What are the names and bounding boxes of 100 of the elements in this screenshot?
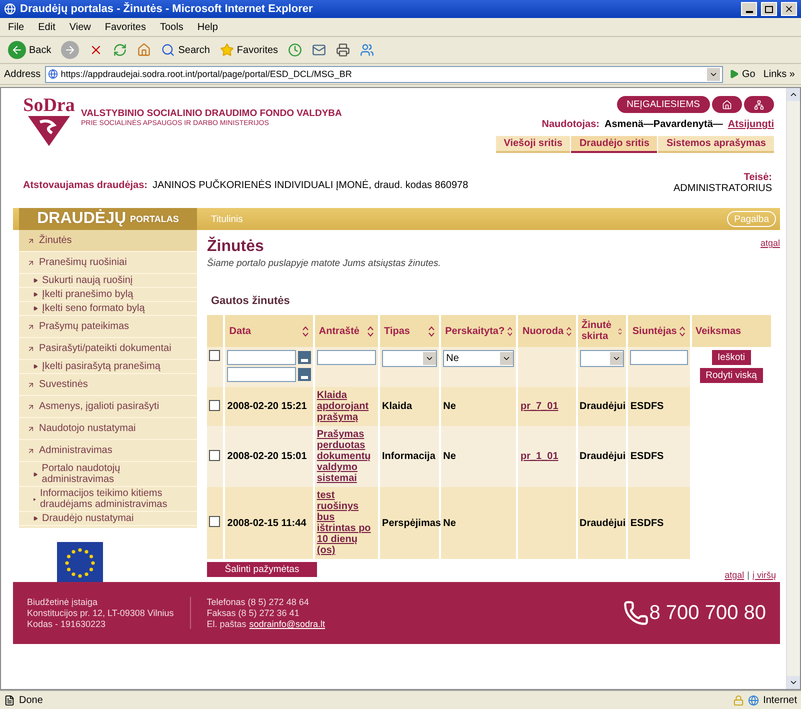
home-icon bbox=[137, 43, 152, 57]
column-header[interactable]: Siuntėjas bbox=[628, 315, 690, 347]
sidebar-item[interactable]: Asmenys, įgalioti pasirašyti bbox=[19, 396, 197, 418]
email-link[interactable]: sodrainfo@sodra.lt bbox=[249, 619, 325, 629]
sidebar-item[interactable]: Žinutės bbox=[19, 230, 197, 252]
sidebar-item[interactable]: Administravimas bbox=[19, 440, 197, 462]
close-button[interactable] bbox=[781, 2, 797, 16]
section-tab[interactable]: Draudėjo sritis bbox=[571, 136, 658, 153]
menu-item[interactable]: Edit bbox=[38, 22, 56, 32]
footer-text: Faksas (8 5) 272 36 41 bbox=[206, 608, 300, 618]
column-header[interactable]: Veiksmas bbox=[692, 315, 771, 347]
column-header[interactable]: Perskaityta? bbox=[441, 315, 516, 347]
menu-item[interactable]: View bbox=[69, 22, 91, 32]
bullet-icon bbox=[33, 364, 38, 369]
sort-icon[interactable] bbox=[678, 326, 686, 336]
messenger-button[interactable] bbox=[358, 43, 376, 57]
user-name: Asmenä—Pavardenytä— bbox=[604, 119, 723, 130]
row-checkbox[interactable] bbox=[209, 400, 220, 410]
table-cell: 2008-02-15 11:44 bbox=[225, 487, 313, 559]
sidebar-item[interactable]: Pasirašyti/pateikti dokumentai bbox=[19, 338, 197, 360]
zone-text: Internet bbox=[763, 694, 797, 706]
calendar-icon[interactable] bbox=[298, 368, 311, 381]
top-link[interactable]: į viršų bbox=[752, 570, 776, 580]
column-header[interactable]: Tipas bbox=[380, 315, 440, 347]
recipient-dropdown[interactable] bbox=[580, 350, 624, 367]
sidebar-item[interactable]: Suvestinės bbox=[19, 374, 197, 396]
sort-icon[interactable] bbox=[302, 326, 309, 336]
type-dropdown[interactable] bbox=[382, 350, 438, 367]
sitemap-button[interactable] bbox=[744, 96, 774, 113]
accessibility-link[interactable]: NEĮGALIESIEMS bbox=[616, 96, 710, 113]
mail-button[interactable] bbox=[310, 43, 328, 57]
sidebar-item[interactable]: Prašymų pateikimas bbox=[19, 316, 197, 338]
maximize-button[interactable] bbox=[761, 2, 777, 16]
back-link[interactable]: atgal bbox=[760, 238, 780, 248]
go-button[interactable]: Go bbox=[726, 68, 758, 80]
sender-filter-field[interactable] bbox=[630, 350, 688, 365]
sidebar-subitem[interactable]: Įkelti pranešimo bylą bbox=[19, 288, 197, 302]
favorites-button[interactable]: Favorites bbox=[218, 43, 280, 57]
section-tab[interactable]: Sistemos aprašymas bbox=[658, 136, 774, 153]
row-checkbox[interactable] bbox=[209, 450, 220, 460]
search-button[interactable]: Search bbox=[159, 43, 212, 57]
bullet-icon bbox=[33, 516, 38, 521]
menu-item[interactable]: File bbox=[8, 22, 24, 32]
reference-link[interactable]: pr_7_01 bbox=[520, 401, 574, 412]
sidebar-subitem[interactable]: Draudėjo nustatymai bbox=[19, 512, 197, 526]
sort-icon[interactable] bbox=[428, 326, 436, 336]
select-all-checkbox[interactable] bbox=[209, 350, 220, 361]
back-link[interactable]: atgal bbox=[724, 570, 744, 580]
menu-item[interactable]: Tools bbox=[160, 22, 184, 32]
address-field[interactable]: https://appdraudejai.sodra.root.int/portal/page/portal/ESD_DCL/MSG_BR bbox=[44, 66, 723, 82]
bullet-icon bbox=[33, 496, 36, 502]
sort-icon[interactable] bbox=[618, 326, 622, 336]
search-button[interactable]: Ieškoti bbox=[712, 350, 751, 365]
back-button[interactable]: Back bbox=[6, 41, 54, 59]
menu-item[interactable]: Help bbox=[197, 22, 218, 32]
row-checkbox[interactable] bbox=[209, 516, 220, 527]
sidebar-subitem[interactable]: Sukurti naują ruošinį bbox=[19, 274, 197, 288]
scroll-down-icon[interactable] bbox=[789, 678, 798, 687]
column-header[interactable]: Nuoroda bbox=[518, 315, 576, 347]
sidebar-item[interactable]: Pranešimų ruošiniai bbox=[19, 252, 197, 274]
home-button[interactable] bbox=[712, 96, 742, 113]
phone-number: 8 700 700 80 bbox=[649, 602, 766, 624]
minimize-button[interactable] bbox=[741, 2, 757, 16]
show-all-button[interactable]: Rodyti viską bbox=[700, 368, 763, 383]
eu-flag-drawing bbox=[57, 542, 103, 584]
table-cell: 2008-02-20 15:01 bbox=[225, 426, 313, 487]
calendar-icon[interactable] bbox=[298, 351, 311, 364]
message-title-link[interactable]: Prašymas perduotas dokumentų valdymo sistemai bbox=[316, 429, 376, 484]
delete-selected-button[interactable]: Šalinti pažymėtas bbox=[207, 562, 317, 577]
people-icon bbox=[360, 43, 374, 57]
column-header[interactable]: Antraštė bbox=[314, 315, 378, 347]
history-button[interactable] bbox=[286, 43, 304, 57]
menu-item[interactable]: Favorites bbox=[104, 22, 146, 32]
phone-icon bbox=[623, 600, 650, 626]
date-field[interactable] bbox=[227, 350, 296, 365]
date-field[interactable] bbox=[227, 367, 296, 382]
message-title-link[interactable]: test ruošinys bus ištrintas po 10 dienų (os) bbox=[316, 490, 376, 556]
scrollbar[interactable] bbox=[786, 88, 800, 689]
sort-icon[interactable] bbox=[367, 326, 374, 336]
sort-icon[interactable] bbox=[566, 326, 572, 336]
column-header[interactable]: Data bbox=[225, 315, 313, 347]
print-button[interactable] bbox=[334, 43, 352, 57]
bullet-icon bbox=[33, 278, 38, 283]
title-filter-field[interactable] bbox=[316, 350, 376, 365]
sidebar-item[interactable]: Naudotojo nustatymai bbox=[19, 418, 197, 440]
sidebar-subitem[interactable]: Įkelti pasirašytą pranešimą bbox=[19, 360, 197, 374]
logout-link[interactable]: Atsijungti bbox=[728, 119, 774, 130]
sidebar-subitem[interactable]: Įkelti seno formato bylą bbox=[19, 302, 197, 316]
scroll-up-icon[interactable] bbox=[789, 90, 798, 99]
links-button[interactable]: Links » bbox=[761, 68, 797, 80]
read-dropdown[interactable]: Ne bbox=[443, 350, 514, 367]
arrow-icon bbox=[27, 402, 35, 410]
sidebar-subitem[interactable]: Informacijos teikimo kitiems draudėjams administravimas bbox=[19, 487, 197, 512]
message-title-link[interactable]: Klaida apdorojant prašymą bbox=[316, 390, 376, 423]
sidebar-subitem[interactable]: Portalo naudotojų administravimas bbox=[19, 462, 197, 487]
refresh-icon bbox=[113, 43, 128, 57]
column-header[interactable]: Žinutė skirta bbox=[578, 315, 626, 347]
sort-icon[interactable] bbox=[506, 326, 512, 336]
section-tab[interactable]: Viešoji sritis bbox=[496, 136, 570, 153]
reference-link[interactable]: pr_1_01 bbox=[520, 451, 574, 462]
